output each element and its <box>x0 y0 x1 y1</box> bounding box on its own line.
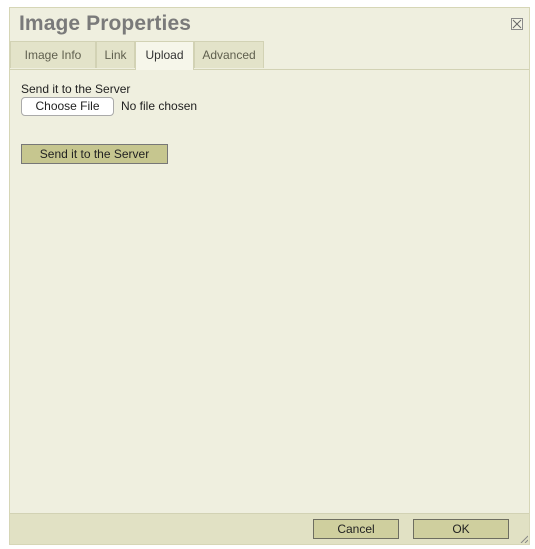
image-properties-dialog: Image Properties Image Info Link Upload … <box>9 7 530 545</box>
close-icon[interactable] <box>511 18 523 30</box>
upload-label: Send it to the Server <box>21 82 131 96</box>
file-status-text: No file chosen <box>121 99 198 113</box>
tab-advanced[interactable]: Advanced <box>194 41 264 68</box>
ok-button[interactable]: OK <box>413 519 509 539</box>
choose-file-button[interactable]: Choose File <box>21 97 114 116</box>
dialog-footer: Cancel OK <box>10 513 529 544</box>
tab-upload[interactable]: Upload <box>135 41 194 70</box>
tab-link[interactable]: Link <box>96 41 135 68</box>
dialog-titlebar[interactable]: Image Properties <box>10 8 529 41</box>
cancel-button[interactable]: Cancel <box>313 519 399 539</box>
resize-grip-icon[interactable] <box>519 534 528 543</box>
dialog-title: Image Properties <box>19 12 191 35</box>
upload-panel: Send it to the Server Choose File No fil… <box>10 70 529 514</box>
send-to-server-button[interactable]: Send it to the Server <box>21 144 168 164</box>
tab-bar: Image Info Link Upload Advanced <box>10 41 529 70</box>
tab-image-info[interactable]: Image Info <box>10 41 96 68</box>
